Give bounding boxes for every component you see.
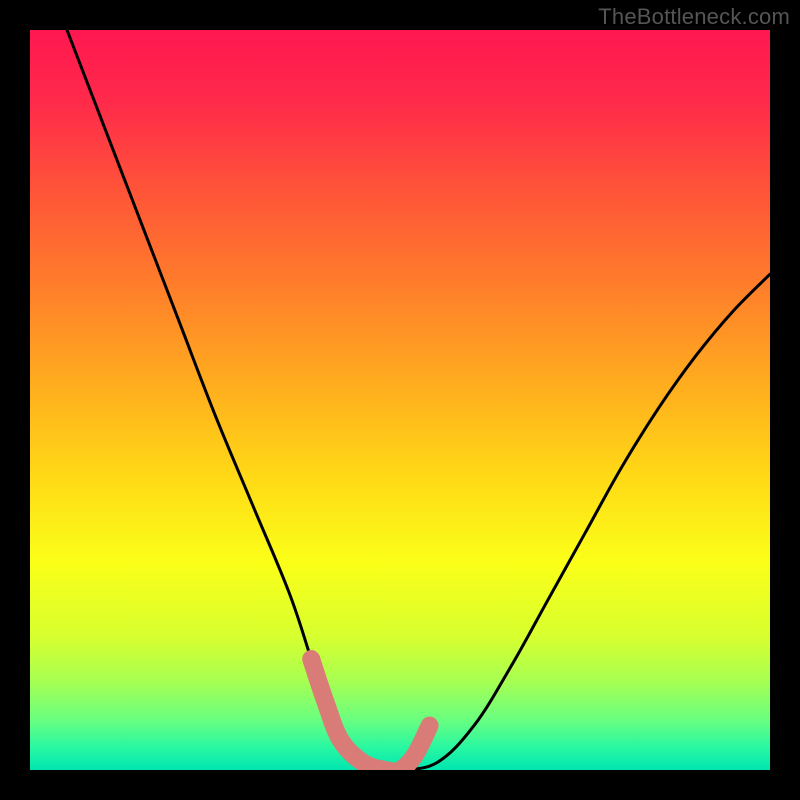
plot-svg	[30, 30, 770, 770]
watermark-text: TheBottleneck.com	[598, 4, 790, 30]
plot-area	[30, 30, 770, 770]
gradient-background	[30, 30, 770, 770]
chart-frame: TheBottleneck.com	[0, 0, 800, 800]
